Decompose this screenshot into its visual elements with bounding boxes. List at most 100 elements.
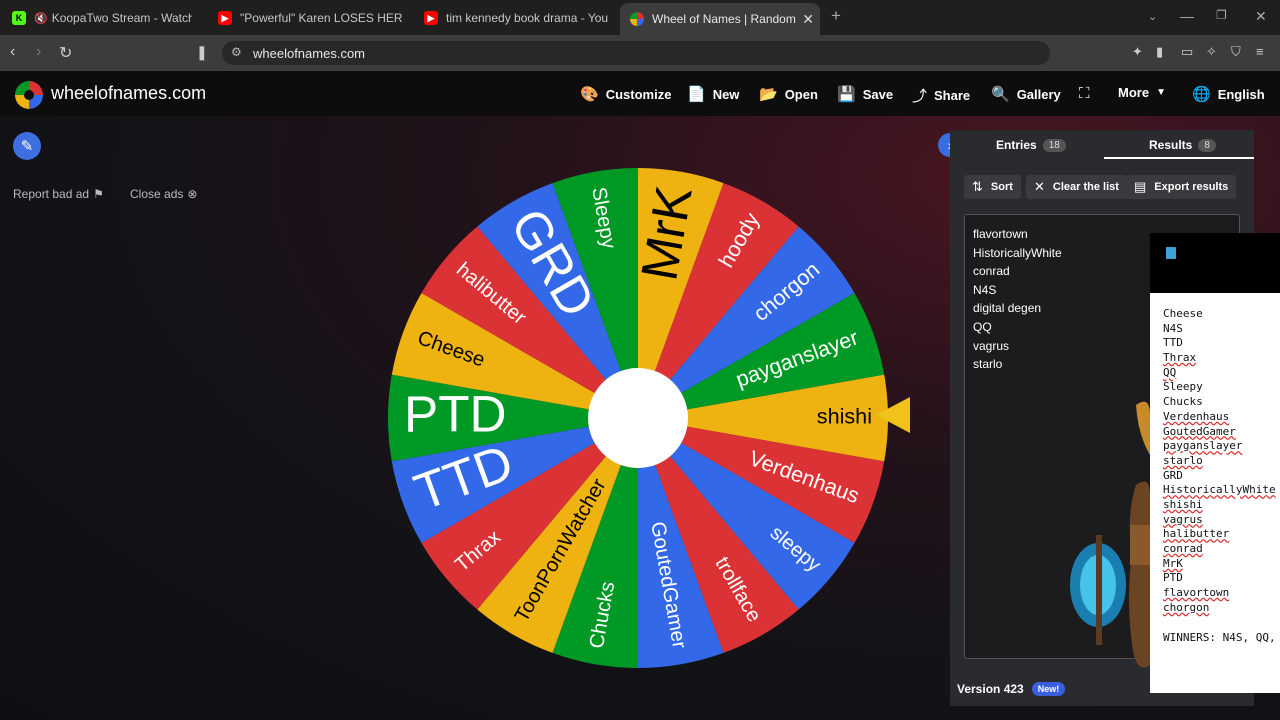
search-icon: 🔍 [991, 86, 1010, 103]
entries-count-badge: 18 [1042, 138, 1066, 152]
notepad-line: Sleepy [1163, 380, 1203, 394]
results-count-badge: 8 [1198, 138, 1216, 152]
notepad-line: MrK [1163, 556, 1183, 570]
winners-line: WINNERS: N4S, QQ, [1163, 631, 1276, 644]
site-header: wheelofnames.com 🎨 Customize 📄 New 📂 Open 💾… [0, 71, 1280, 116]
wheel-center-hub[interactable] [588, 368, 688, 468]
language-label: English [1217, 86, 1265, 102]
sort-button[interactable]: ⇅ Sort [964, 175, 1021, 199]
list-item: flavortown [973, 227, 1028, 241]
notepad-line: PTD [1163, 571, 1183, 585]
wheel[interactable]: shishi Verdenhaus sleepy trollface GoutedGam… [388, 153, 888, 683]
menu-icon[interactable]: ≡ [1256, 44, 1264, 59]
clear-list-button[interactable]: ✕ Clear the list [1026, 175, 1127, 199]
notepad-line: payganslayer [1163, 439, 1243, 453]
customize-button[interactable]: 🎨 Customize [580, 85, 671, 103]
notepad-line: halibutter [1163, 527, 1230, 541]
new-label: New [712, 86, 740, 102]
tab-title: "Powerful" Karen LOSES HER MIND W [240, 11, 402, 25]
flag-icon: ⚑ [93, 187, 104, 201]
tab-search-icon[interactable]: ⌄ [1148, 10, 1157, 23]
save-button[interactable]: 💾 Save [837, 85, 893, 103]
new-button[interactable]: 📄 New [687, 85, 739, 103]
tab-results[interactable]: Results 8 [1149, 138, 1216, 152]
notepad-overlay: Cheese N4S TTD Thrax QQ Sleepy Chucks Verdenhau… [1150, 233, 1280, 693]
tab-entries[interactable]: Entries 18 [996, 138, 1066, 152]
browser-tab[interactable]: ▶ tim kennedy book drama - YouTube [424, 5, 608, 31]
list-item: HistoricallyWhite [973, 245, 1062, 260]
edit-pencil-button[interactable]: ✎ [13, 132, 41, 160]
wallet-icon[interactable]: ▭ [1181, 44, 1193, 60]
language-button[interactable]: 🌐 English [1192, 85, 1265, 103]
wheel-pointer-icon [876, 397, 910, 433]
notepad-line: Verdenhaus [1163, 409, 1230, 423]
close-icon: ✕ [1034, 179, 1045, 194]
new-badge: New! [1031, 682, 1066, 696]
close-circle-icon: ⊗ [187, 187, 198, 201]
extensions-icon[interactable]: ✦ [1132, 44, 1143, 60]
notepad-line: HistoricallyWhite [1163, 483, 1276, 497]
leo-ai-icon[interactable]: ✧ [1206, 44, 1217, 60]
list-item: QQ [973, 319, 992, 334]
version-info[interactable]: Version 423 New! [957, 682, 1066, 696]
export-results-button[interactable]: ▤ Export results [1126, 175, 1237, 199]
list-item: vagrus [973, 338, 1010, 353]
forward-icon[interactable]: › [36, 43, 41, 61]
notepad-line: GRD [1163, 468, 1183, 482]
notepad-icon [1166, 247, 1176, 259]
notepad-line: flavortown [1163, 586, 1230, 600]
list-item: starlo [973, 357, 1003, 372]
gallery-button[interactable]: 🔍 Gallery [991, 85, 1061, 103]
more-button[interactable]: More ▼ [1118, 85, 1166, 100]
share-button[interactable]: ⤴ Share [912, 85, 970, 106]
kick-icon: K [12, 11, 26, 25]
back-icon[interactable]: ‹ [10, 43, 15, 61]
tab-title: Wheel of Names | Random name [652, 12, 798, 26]
notepad-line: vagrus [1163, 512, 1203, 526]
muted-speaker-icon[interactable]: 🔇 [34, 12, 48, 25]
notepad-line: shishi [1163, 497, 1203, 511]
wheel-segment-label: PTD [404, 386, 507, 443]
notepad-line: GoutedGamer [1163, 424, 1236, 438]
sidebar-icon[interactable]: ▮ [1156, 44, 1163, 60]
tab-title: tim kennedy book drama - YouTube [446, 11, 608, 25]
address-url[interactable]: wheelofnames.com [253, 46, 365, 61]
open-label: Open [784, 86, 818, 102]
report-ad-link[interactable]: Report bad ad ⚑ [13, 187, 104, 201]
vpn-icon[interactable]: ⛉ [1231, 44, 1241, 60]
browser-tab-active[interactable]: Wheel of Names | Random name ✕ [620, 3, 820, 35]
minimize-icon[interactable]: — [1180, 8, 1194, 24]
notepad-line: N4S [1163, 321, 1183, 335]
site-info-icon[interactable]: ⚙ [231, 45, 242, 59]
browser-tab-bar: K 🔇 KoopaTwo Stream - Watch Live o ▶ "Po… [0, 0, 1280, 35]
maximize-icon[interactable]: ❐ [1216, 8, 1227, 22]
window-close-icon[interactable]: ✕ [1255, 8, 1267, 25]
browser-tab[interactable]: K 🔇 KoopaTwo Stream - Watch Live o [12, 5, 192, 31]
wheel-segment-label: shishi [817, 404, 872, 429]
bookmark-icon[interactable]: ❚ [196, 44, 208, 61]
globe-icon: 🌐 [1192, 86, 1211, 103]
open-button[interactable]: 📂 Open [759, 85, 818, 103]
new-tab-icon[interactable]: + [831, 6, 841, 26]
notepad-titlebar [1150, 233, 1280, 293]
sort-label: Sort [990, 181, 1013, 193]
wheel-canvas[interactable]: shishiVerdenhaussleepytrollfaceGoutedGam… [388, 153, 888, 683]
notepad-name-list: Cheese N4S TTD Thrax QQ Sleepy Chucks Verdenhau… [1163, 307, 1276, 615]
reload-icon[interactable]: ↻ [59, 43, 72, 63]
results-list: flavortown HistoricallyWhite conrad N4S … [973, 225, 1062, 374]
customize-label: Customize [605, 86, 672, 102]
notepad-line: chorgon [1163, 600, 1210, 614]
close-ads-link[interactable]: Close ads ⊗ [130, 187, 197, 201]
site-logo-icon[interactable] [15, 81, 43, 109]
file-icon: 📄 [687, 86, 706, 103]
site-title[interactable]: wheelofnames.com [51, 83, 206, 104]
tab-title: KoopaTwo Stream - Watch Live o [51, 11, 192, 25]
share-icon: ⤴ [912, 88, 928, 105]
palette-icon: 🎨 [580, 86, 599, 103]
browser-tab[interactable]: ▶ "Powerful" Karen LOSES HER MIND W [218, 5, 402, 31]
address-bar[interactable]: ⚙ wheelofnames.com [222, 41, 1050, 65]
notepad-line: starlo [1163, 453, 1203, 467]
close-tab-icon[interactable]: ✕ [802, 11, 814, 28]
fullscreen-button[interactable]: ⛶ [1079, 85, 1090, 102]
folder-icon: 📂 [759, 86, 778, 103]
